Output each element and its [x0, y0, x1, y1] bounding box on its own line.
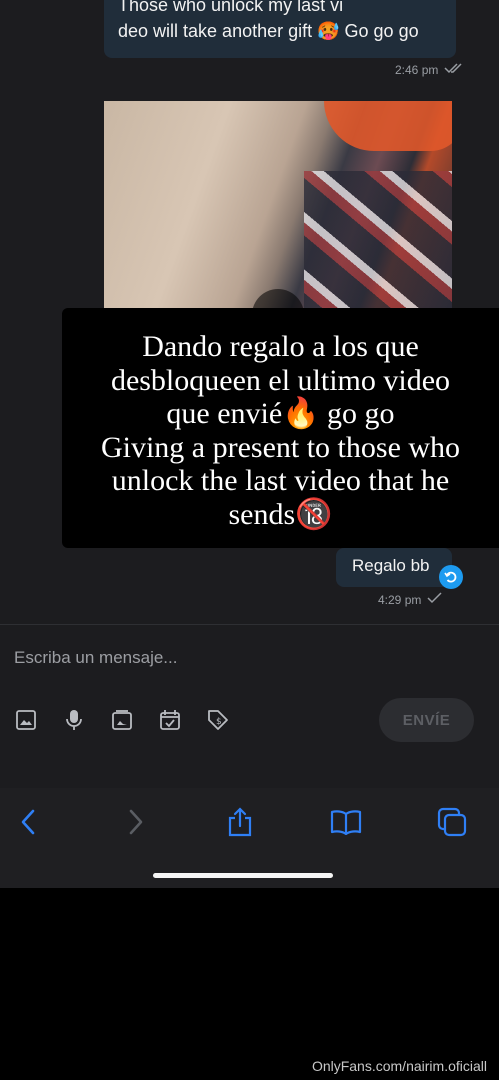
- caption-line: unlock the last video that he: [111, 464, 450, 497]
- message-input[interactable]: [0, 640, 499, 676]
- undo-icon[interactable]: [439, 565, 463, 589]
- overlay-caption: Dando regalo a los que desbloqueen el ul…: [62, 308, 499, 548]
- message-text-line1: Those who unlock my last vi: [118, 0, 344, 15]
- price-tag-icon[interactable]: $: [204, 706, 232, 734]
- divider: [0, 624, 499, 625]
- video-thumbnail[interactable]: [104, 101, 452, 308]
- thumbnail-detail: [304, 171, 452, 308]
- svg-text:$: $: [216, 717, 222, 727]
- watermark: OnlyFans.com/nairim.oficiall: [311, 1058, 487, 1074]
- browser-toolbar: [0, 788, 499, 888]
- caption-line: desbloqueen el ultimo video: [110, 363, 451, 397]
- reply-time: 4:29 pm: [378, 592, 422, 607]
- home-indicator: [153, 873, 333, 878]
- image-icon[interactable]: [12, 706, 40, 734]
- bookmarks-icon[interactable]: [326, 806, 366, 838]
- message-bubble-reply[interactable]: Regalo bb: [336, 548, 452, 587]
- caption-line: Dando regalo a los que: [142, 330, 419, 363]
- reply-meta: 4:29 pm: [378, 592, 443, 607]
- send-button[interactable]: ENVÍE: [379, 698, 474, 742]
- chat-screen: Those who unlock my last vi deo will tak…: [0, 0, 499, 888]
- tabs-icon[interactable]: [432, 806, 472, 838]
- message-time: 2:46 pm: [395, 62, 439, 77]
- play-button[interactable]: [252, 289, 304, 308]
- caption-line: Giving a present to those who: [100, 430, 461, 464]
- thumbnail-detail: [324, 101, 452, 151]
- forward-icon[interactable]: [116, 806, 156, 838]
- caption-line: sends🔞: [228, 497, 333, 531]
- reply-text: Regalo bb: [352, 556, 430, 575]
- caption-line: que envié🔥 go go: [166, 397, 395, 430]
- share-icon[interactable]: [220, 806, 260, 838]
- calendar-icon[interactable]: [156, 706, 184, 734]
- check-icon: [427, 592, 443, 607]
- message-input-container: [0, 640, 499, 676]
- message-bubble-outgoing[interactable]: Those who unlock my last vi deo will tak…: [104, 0, 456, 58]
- message-text-line2: deo will take another gift 🥵 Go go go: [118, 21, 419, 41]
- message-meta: 2:46 pm: [395, 62, 464, 77]
- back-icon[interactable]: [8, 806, 48, 838]
- double-check-icon: [444, 62, 464, 77]
- media-vault-icon[interactable]: [108, 706, 136, 734]
- microphone-icon[interactable]: [60, 706, 88, 734]
